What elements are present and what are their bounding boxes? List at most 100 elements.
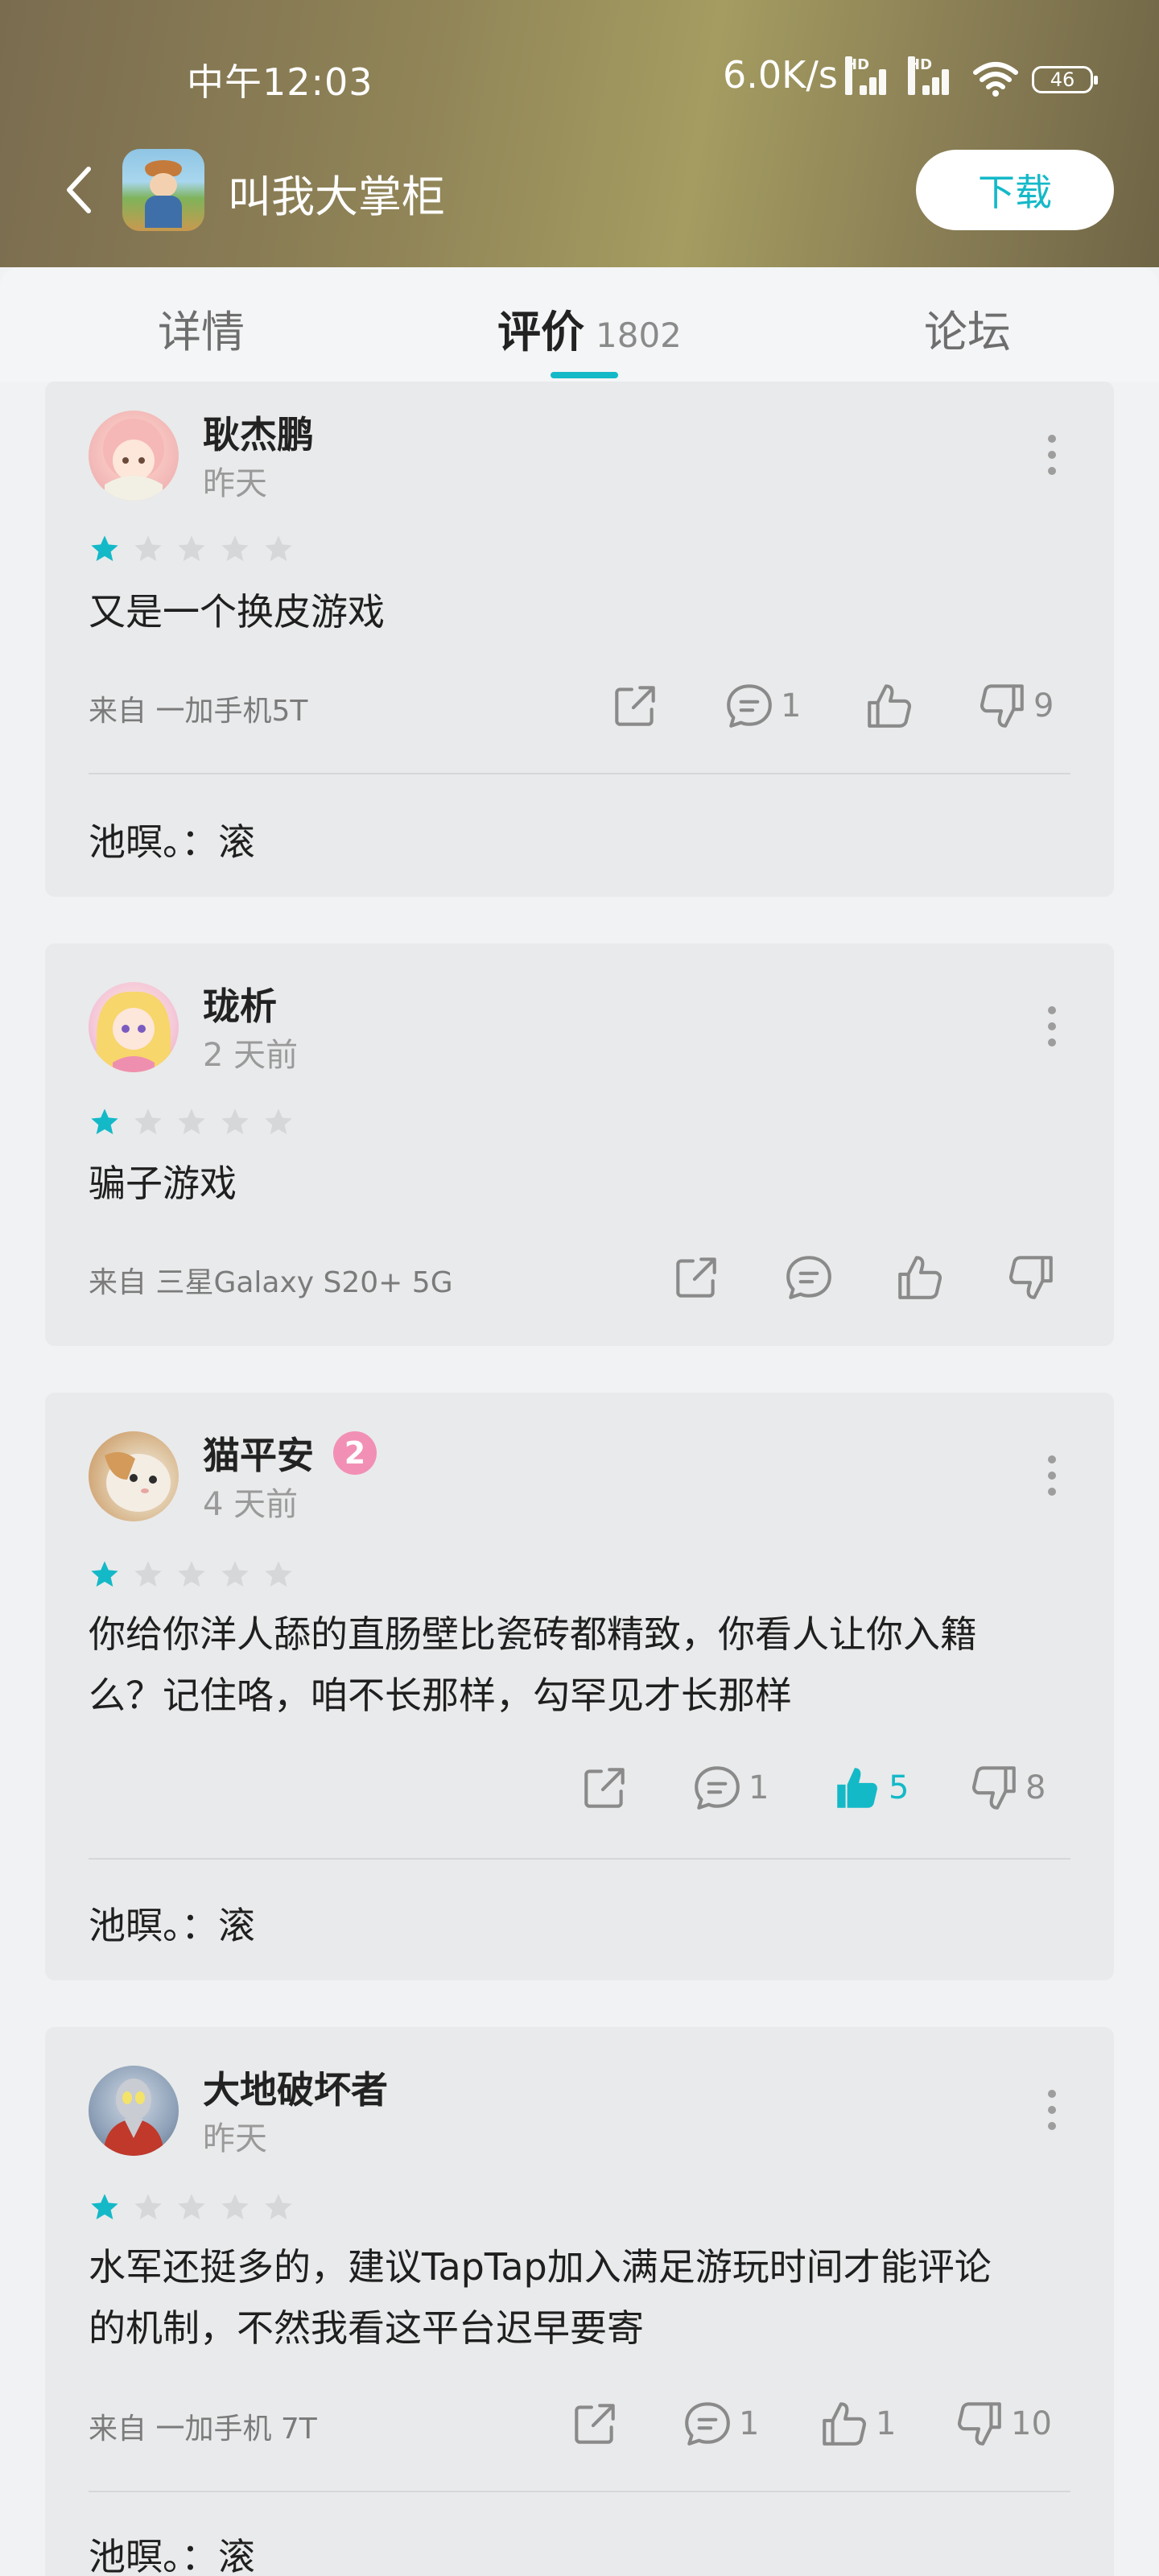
avatar[interactable]	[89, 1431, 179, 1521]
username[interactable]: 耿杰鹏	[203, 406, 314, 459]
app-icon	[122, 149, 204, 231]
network-speed: 6.0K/s	[723, 53, 838, 97]
device-label: 来自 三星Galaxy S20+ 5G	[89, 1266, 453, 1299]
review-text-line: 么？记住咯，咱不长那样，勾罕见才长那样	[89, 1674, 792, 1717]
avatar[interactable]	[89, 982, 179, 1072]
user-level-badge: 2	[333, 1431, 377, 1475]
review-date: 2 天前	[203, 1037, 299, 1074]
comment-button[interactable]: 1	[681, 2396, 759, 2452]
battery-icon: 46	[1032, 66, 1098, 93]
review-card: 大地破坏者 昨天 水军还挺多的，建议TapTap加入满足游玩时间才能评论 的机制…	[45, 2027, 1114, 2576]
more-options-icon[interactable]	[1046, 2090, 1058, 2135]
divider	[89, 2491, 1070, 2492]
more-options-icon[interactable]	[1046, 1455, 1058, 1501]
star-icon-empty	[132, 1106, 164, 1138]
thumbs-down-icon	[975, 679, 1029, 733]
signal-icon: HD	[845, 56, 892, 95]
tab-reviews[interactable]: 评价 1802	[497, 296, 682, 360]
review-date: 昨天	[203, 465, 267, 502]
comment-count: 1	[739, 2405, 760, 2442]
star-icon-filled	[89, 1106, 121, 1138]
dislike-button[interactable]: 8	[967, 1760, 1046, 1816]
comment-icon	[691, 1761, 744, 1814]
signal-icon-2: HD	[908, 56, 955, 95]
comment-icon	[782, 1251, 835, 1304]
thumbs-down-icon	[967, 1761, 1021, 1814]
like-button[interactable]	[863, 678, 916, 734]
review-text: 骗子游戏	[89, 1162, 237, 1205]
comment-count: 1	[749, 1769, 769, 1806]
comment-button[interactable]: 1	[723, 678, 801, 734]
username[interactable]: 猫平安	[203, 1426, 314, 1480]
avatar[interactable]	[89, 2066, 179, 2156]
dislike-count: 9	[1033, 687, 1054, 724]
back-arrow-icon[interactable]	[56, 158, 105, 222]
star-icon-empty	[219, 1106, 251, 1138]
dislike-button[interactable]	[1004, 1249, 1058, 1306]
thumbs-up-icon	[863, 679, 916, 733]
dislike-button[interactable]: 10	[953, 2396, 1052, 2452]
thumbs-down-icon	[953, 2397, 1006, 2450]
star-icon-filled	[89, 533, 121, 565]
share-icon	[608, 679, 662, 733]
star-icon-empty	[219, 2191, 251, 2223]
nav-bar: 叫我大掌柜 下载	[0, 145, 1159, 233]
like-button[interactable]: 1	[818, 2396, 896, 2452]
username[interactable]: 大地破坏者	[203, 2061, 388, 2114]
reviews-count: 1802	[596, 316, 682, 355]
review-text: 又是一个换皮游戏	[89, 590, 385, 634]
share-button[interactable]	[608, 678, 662, 734]
share-button[interactable]	[578, 1760, 631, 1816]
tab-details[interactable]: 详情	[158, 296, 245, 360]
reply-preview[interactable]: 池暝。：滚	[89, 2528, 255, 2576]
thumbs-down-icon	[1004, 1251, 1058, 1304]
like-button[interactable]: 5	[831, 1760, 909, 1816]
comment-button[interactable]	[782, 1249, 835, 1306]
device-label: 来自 一加手机5T	[89, 695, 308, 728]
status-bar: 中午12:03 6.0K/s HD HD 46	[0, 0, 1159, 153]
star-icon-empty	[219, 533, 251, 565]
divider	[89, 1858, 1070, 1860]
review-text-line: 的机制，不然我看这平台迟早要寄	[89, 2306, 644, 2350]
comment-icon	[681, 2397, 734, 2450]
divider	[89, 773, 1070, 774]
active-tab-indicator	[551, 372, 618, 378]
comment-icon	[723, 679, 776, 733]
device-label: 来自 一加手机 7T	[89, 2413, 317, 2446]
star-icon-filled	[89, 1558, 121, 1591]
username[interactable]: 珑析	[203, 977, 277, 1030]
signal-hd-label: HD	[845, 56, 869, 95]
review-text-line: 你给你洋人舔的直肠壁比瓷砖都精致，你看人让你入籍	[89, 1612, 977, 1656]
share-icon	[578, 1761, 631, 1814]
review-text: 水军还挺多的，建议TapTap加入满足游玩时间才能评论 的机制，不然我看这平台迟…	[89, 2236, 1066, 2359]
dislike-count: 10	[1011, 2405, 1052, 2442]
dislike-count: 8	[1025, 1769, 1046, 1806]
tab-reviews-label: 评价	[497, 307, 584, 357]
star-icon-empty	[175, 1558, 208, 1591]
dislike-button[interactable]: 9	[975, 678, 1054, 734]
comment-button[interactable]: 1	[691, 1760, 769, 1816]
app-title: 叫我大掌柜	[228, 171, 445, 222]
reply-preview[interactable]: 池暝。：滚	[89, 1897, 255, 1950]
star-icon-empty	[262, 1558, 295, 1591]
review-date: 昨天	[203, 2120, 267, 2157]
reply-preview[interactable]: 池暝。：滚	[89, 813, 255, 866]
star-icon-empty	[262, 1106, 295, 1138]
thumbs-up-icon	[893, 1251, 947, 1304]
avatar[interactable]	[89, 411, 179, 501]
share-icon	[568, 2397, 621, 2450]
share-button[interactable]	[568, 2396, 621, 2452]
download-button[interactable]: 下载	[916, 150, 1114, 230]
like-button[interactable]	[893, 1249, 947, 1306]
thumbs-up-icon	[818, 2397, 871, 2450]
more-options-icon[interactable]	[1046, 435, 1058, 480]
tab-bar: 详情 评价 1802 论坛	[0, 267, 1159, 382]
more-options-icon[interactable]	[1046, 1006, 1058, 1051]
app-header: 中午12:03 6.0K/s HD HD 46 叫我大掌柜 下载	[0, 0, 1159, 267]
star-icon-empty	[262, 2191, 295, 2223]
star-icon-empty	[175, 1106, 208, 1138]
tab-forum[interactable]: 论坛	[924, 296, 1011, 360]
review-text-line: 水军还挺多的，建议TapTap加入满足游玩时间才能评论	[89, 2245, 992, 2289]
rating-stars	[89, 2191, 302, 2223]
share-button[interactable]	[670, 1249, 723, 1306]
